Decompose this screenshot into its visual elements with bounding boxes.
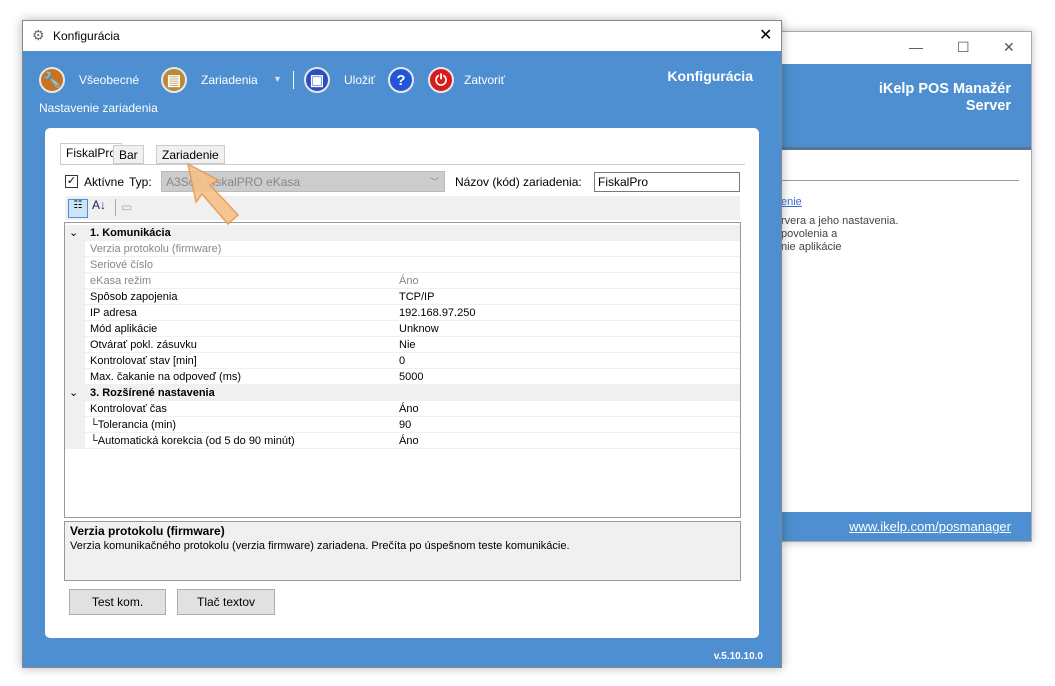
chevron-down-icon[interactable]: ⌄ [69,225,78,241]
property-name: Kontrolovať čas [90,401,167,417]
divider [781,180,1019,181]
footer-link[interactable]: www.ikelp.com/posmanager [781,512,1031,541]
grid-row[interactable]: Max. čakanie na odpoveď (ms) 5000 [65,369,740,385]
property-value[interactable]: 90 [395,417,740,432]
content-panel: FiskalPro Bar Zariadenie ✓ Aktívne Typ: … [45,128,759,638]
description-box: Verzia protokolu (firmware) Verzia komun… [64,521,741,581]
grid-row[interactable]: Kontrolovať stav [min] 0 [65,353,740,369]
maximize-icon[interactable]: ☐ [957,39,970,56]
close-button[interactable]: ⏻Zatvoriť [428,67,505,93]
grid-row[interactable]: Spôsob zapojenia TCP/IP [65,289,740,305]
property-name: IP adresa [90,305,137,321]
version-label: v.5.10.10.0 [714,651,763,662]
grid-row[interactable]: Mód aplikácie Unknow [65,321,740,337]
property-name: Kontrolovať stav [min] [90,353,197,369]
window-title: Konfigurácia [53,29,120,43]
test-communication-button[interactable]: Test kom. [69,589,166,615]
help-button[interactable]: ? [388,67,422,93]
chevron-down-icon[interactable]: ▼ [273,74,282,84]
close-icon[interactable]: ✕ [759,25,772,45]
property-name: Verzia protokolu (firmware) [90,241,221,257]
property-name: eKasa režim [90,273,151,289]
grid-row[interactable]: Verzia protokolu (firmware) [65,241,740,257]
sort-alpha-icon[interactable]: A↓ [92,198,106,212]
grid-category[interactable]: ⌄3. Rozšírené nastavenia [65,385,740,401]
active-checkbox[interactable]: ✓ [65,175,78,188]
grid-row[interactable]: Otvárať pokl. zásuvku Nie [65,337,740,353]
general-button[interactable]: 🔧Všeobecné [39,67,139,93]
property-name: Max. čakanie na odpoveď (ms) [90,369,241,385]
grid-row[interactable]: └Tolerancia (min) 90 [65,417,740,433]
property-value[interactable]: Nie [395,337,740,352]
background-window: — ☐ ✕ iKelp POS ManažérServer enie rvera… [780,31,1032,542]
property-pages-icon[interactable]: ▭ [121,200,132,214]
minimize-icon[interactable]: — [909,39,923,55]
grid-row[interactable]: Kontrolovať čas Áno [65,401,740,417]
title-bar: ⚙ Konfigurácia ✕ [23,21,781,51]
back-header: iKelp POS ManažérServer [781,64,1031,150]
property-value[interactable]: Áno [395,433,740,448]
active-label: Aktívne [84,175,124,189]
property-name: Seriové číslo [90,257,153,273]
property-name: Otvárať pokl. zásuvku [90,337,197,353]
grid-category[interactable]: ⌄1. Komunikácia [65,225,740,241]
help-icon: ? [388,67,414,93]
property-value[interactable]: 0 [395,353,740,368]
subtitle: Nastavenie zariadenia [39,101,158,115]
property-value[interactable] [395,257,740,272]
back-link[interactable]: enie [781,196,802,208]
printer-icon: ▤ [161,67,187,93]
property-value[interactable]: 5000 [395,369,740,384]
grid-row[interactable]: └Automatická korekcia (od 5 do 90 minút)… [65,433,740,449]
property-value[interactable]: 192.168.97.250 [395,305,740,320]
grid-toolbar: ☷ A↓ ▭ [65,196,740,220]
wrench-icon: 🔧 [39,67,65,93]
property-value[interactable]: Unknow [395,321,740,336]
property-value[interactable]: Áno [395,401,740,416]
grid-row[interactable]: eKasa režim Áno [65,273,740,289]
config-window: ⚙ Konfigurácia ✕ 🔧Všeobecné ▤Zariadenia … [22,20,782,668]
gear-icon: ⚙ [32,27,45,44]
type-label: Typ: [129,175,152,189]
save-button[interactable]: ▣Uložiť [304,67,375,93]
grid-row[interactable]: Seriové číslo [65,257,740,273]
name-label: Názov (kód) zariadenia: [455,175,582,189]
close-icon[interactable]: ✕ [1003,39,1015,56]
grid-row[interactable]: IP adresa 192.168.97.250 [65,305,740,321]
property-value[interactable]: TCP/IP [395,289,740,304]
power-icon: ⏻ [428,67,454,93]
separator [293,71,294,89]
device-name-input[interactable] [594,172,740,192]
categorized-icon[interactable]: ☷ [68,199,88,218]
chevron-down-icon[interactable]: ⌄ [69,385,78,401]
property-name: └Automatická korekcia (od 5 do 90 minút) [90,433,295,449]
pointer-arrow-icon [180,160,245,230]
tab-bar[interactable]: Bar [113,145,144,164]
toolbar: 🔧Všeobecné ▤Zariadenia ▼ ▣Uložiť ? ⏻Zatv… [23,51,781,111]
back-text: rvera a jeho nastavenia.povolenia anie a… [781,215,898,254]
property-value[interactable]: Áno [395,273,740,288]
property-value[interactable] [395,241,740,256]
devices-button[interactable]: ▤Zariadenia [161,67,258,93]
print-texts-button[interactable]: Tlač textov [177,589,275,615]
floppy-icon: ▣ [304,67,330,93]
property-name: Mód aplikácie [90,321,157,337]
header-title: Konfigurácia [667,68,753,84]
property-name: Spôsob zapojenia [90,289,177,305]
property-name: └Tolerancia (min) [90,417,176,433]
